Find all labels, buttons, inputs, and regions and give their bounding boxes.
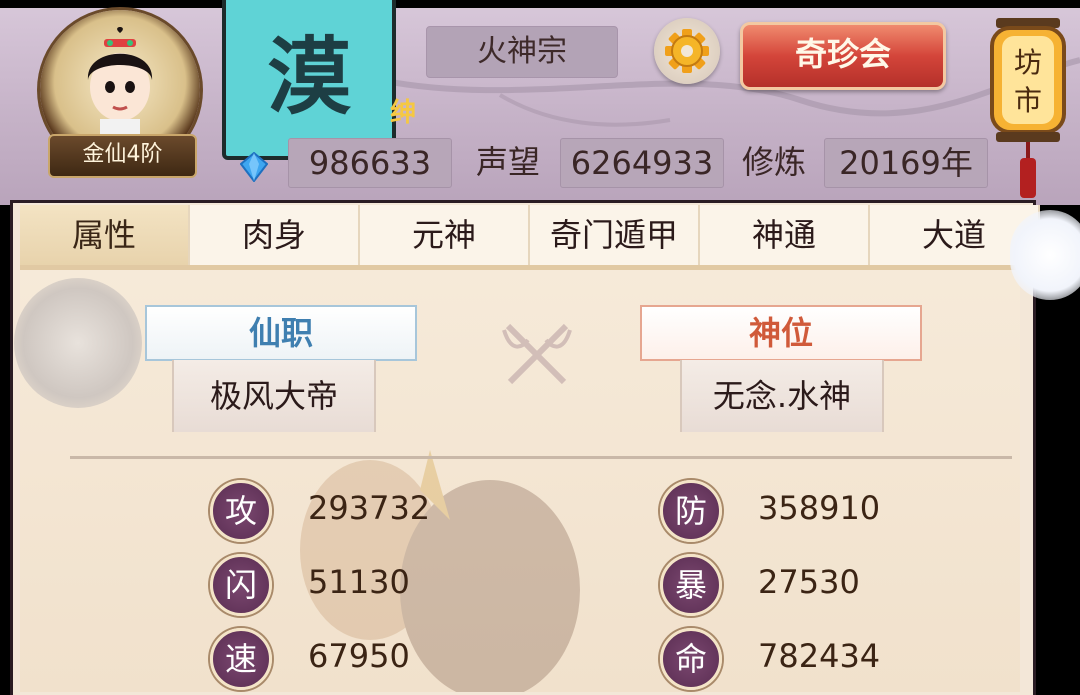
tab-spirit[interactable]: 元神 [360, 205, 530, 265]
divine-rank-label: 神位 [640, 305, 922, 361]
critical-icon: 暴 [660, 554, 722, 616]
defense-icon: 防 [660, 480, 722, 542]
currency-value: 986633 [288, 138, 452, 188]
section-divider [70, 456, 1012, 459]
lantern-text-1: 坊 [1014, 46, 1042, 79]
tab-body[interactable]: 肉身 [190, 205, 360, 265]
market-lantern-icon[interactable]: 坊 市 [988, 10, 1068, 200]
immortal-office-label: 仙职 [145, 305, 417, 361]
attack-icon: 攻 [210, 480, 272, 542]
immortal-office-value: 极风大帝 [172, 360, 376, 432]
watermark-banner: 漠 [222, 0, 396, 160]
cultivation-label: 修炼 [742, 143, 807, 181]
background-character-art [300, 450, 580, 692]
speed-value: 67950 [308, 637, 410, 675]
defense-value: 358910 [758, 489, 881, 527]
diamond-currency-icon [240, 152, 268, 182]
lantern-text-2: 市 [1014, 84, 1042, 117]
reputation-value: 6264933 [560, 138, 724, 188]
blurred-decoration [14, 278, 142, 408]
settings-button[interactable] [654, 18, 720, 84]
health-value: 782434 [758, 637, 881, 675]
treasure-event-button[interactable]: 奇珍会 [740, 22, 946, 90]
character-portrait-icon [87, 27, 153, 135]
dodge-value: 51130 [308, 563, 410, 601]
tab-bar: 属性 肉身 元神 奇门遁甲 神通 大道 [20, 205, 1040, 265]
speed-icon: 速 [210, 628, 272, 690]
reputation-label: 声望 [476, 143, 541, 181]
sect-name: 火神宗 [426, 26, 618, 78]
health-icon: 命 [660, 628, 722, 690]
attack-value: 293732 [308, 489, 431, 527]
gear-icon [665, 29, 709, 73]
top-black-bar [0, 0, 1080, 8]
divine-rank-value: 无念.水神 [680, 360, 884, 432]
tab-qimen[interactable]: 奇门遁甲 [530, 205, 700, 265]
banner-character: 漠 [266, 27, 351, 126]
cultivation-value: 20169年 [824, 138, 988, 188]
crossed-swords-icon [502, 323, 572, 385]
dodge-icon: 闪 [210, 554, 272, 616]
cultivation-rank-badge: 金仙4阶 [48, 134, 197, 178]
tab-attributes[interactable]: 属性 [20, 205, 190, 265]
corner-cloud-decoration [1010, 210, 1080, 300]
gold-glyph: 绅 [390, 98, 417, 128]
critical-value: 27530 [758, 563, 860, 601]
player-header: 金仙4阶 漠 绅 火神宗 奇珍会 坊 市 986633 声望 6264933 修… [0, 0, 1080, 205]
tab-powers[interactable]: 神通 [700, 205, 870, 265]
